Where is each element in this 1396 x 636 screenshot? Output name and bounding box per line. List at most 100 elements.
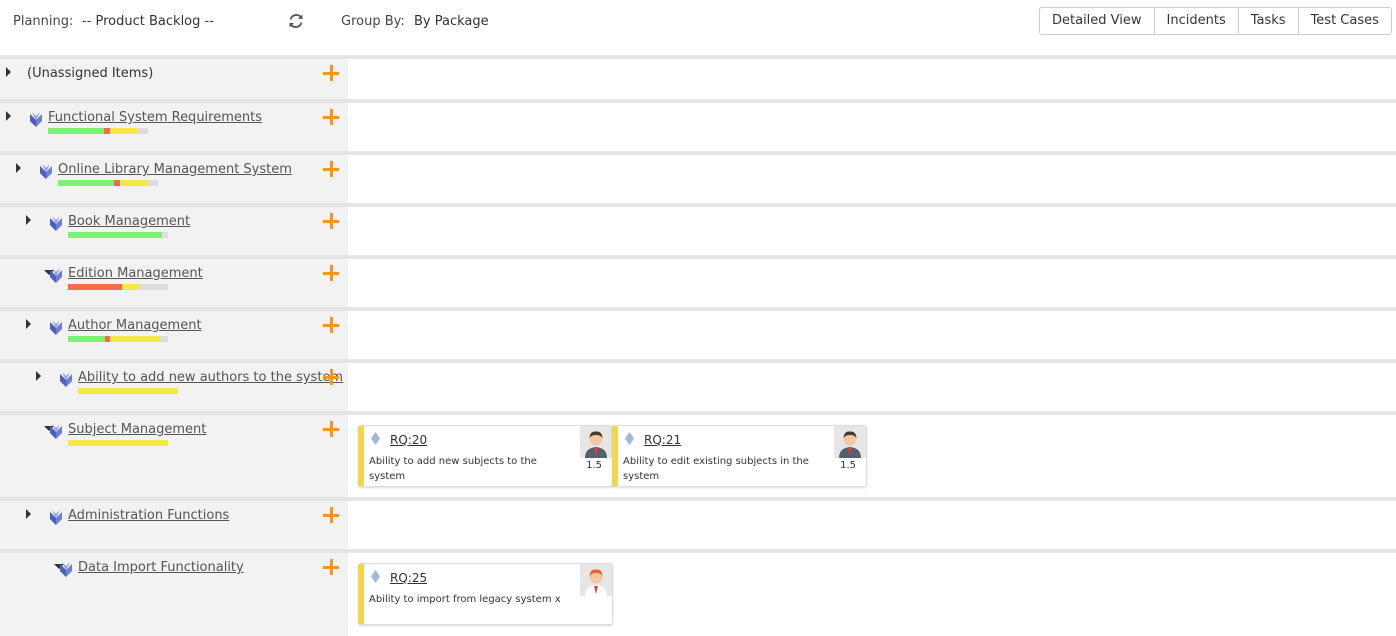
progress-complete-segment xyxy=(68,336,105,342)
test-cases-button[interactable]: Test Cases xyxy=(1297,8,1391,34)
add-item-icon[interactable] xyxy=(322,108,340,126)
detailed-view-button[interactable]: Detailed View xyxy=(1040,8,1154,34)
requirement-description: Ability to edit existing subjects in the… xyxy=(623,456,809,482)
row-divider xyxy=(0,549,1396,553)
add-item-icon[interactable] xyxy=(322,368,340,386)
package-row: Functional System Requirements xyxy=(0,99,1396,151)
requirement-description: Ability to import from legacy system x xyxy=(369,594,561,605)
progress-inprogress-segment xyxy=(110,336,160,342)
package-name-link[interactable]: Author Management xyxy=(68,318,202,333)
package-row: (Unassigned Items) xyxy=(0,55,1396,99)
package-name-link[interactable]: Online Library Management System xyxy=(58,162,292,177)
row-divider xyxy=(0,203,1396,207)
planning-toolbar: Planning: -- Product Backlog -- Group By… xyxy=(0,0,1396,42)
expand-arrow-icon[interactable] xyxy=(26,509,31,519)
requirement-id-link[interactable]: RQ:21 xyxy=(644,433,681,447)
package-icon xyxy=(50,424,62,439)
package-icon xyxy=(50,268,62,283)
progress-inprogress-segment xyxy=(122,284,139,290)
package-row: Book Management xyxy=(0,203,1396,255)
man-avatar-icon xyxy=(834,426,866,458)
package-row: Subject Management RQ:20 Ability to add ne… xyxy=(0,411,1396,497)
package-icon xyxy=(60,372,72,387)
progress-bar xyxy=(68,232,168,238)
expand-arrow-icon[interactable] xyxy=(36,371,41,381)
row-divider xyxy=(0,151,1396,155)
add-item-icon[interactable] xyxy=(322,160,340,178)
package-row: Ability to add new authors to the system xyxy=(0,359,1396,411)
package-icon xyxy=(50,510,62,525)
planning-select[interactable]: -- Product Backlog -- xyxy=(82,14,214,29)
progress-inprogress-segment xyxy=(68,440,168,446)
progress-bar xyxy=(68,284,168,290)
row-divider xyxy=(0,255,1396,259)
requirement-id-link[interactable]: RQ:25 xyxy=(390,571,427,585)
groupby-select[interactable]: By Package xyxy=(414,14,489,29)
progress-complete-segment xyxy=(58,180,114,186)
progress-inprogress-segment xyxy=(110,128,138,134)
package-icon xyxy=(60,562,72,577)
progress-bar xyxy=(68,440,168,446)
package-icon xyxy=(40,164,52,179)
expand-arrow-icon[interactable] xyxy=(26,319,31,329)
estimate-points: 1.5 xyxy=(840,460,856,471)
requirement-diamond-icon xyxy=(371,432,380,445)
expand-arrow-icon[interactable] xyxy=(6,67,11,77)
expand-arrow-icon[interactable] xyxy=(6,111,11,121)
incidents-button[interactable]: Incidents xyxy=(1153,8,1238,34)
add-item-icon[interactable] xyxy=(322,212,340,230)
groupby-label: Group By: xyxy=(341,14,405,29)
package-row: Data Import Functionality RQ:25 Ability to… xyxy=(0,549,1396,636)
row-divider xyxy=(0,307,1396,311)
progress-inprogress-segment xyxy=(78,388,178,394)
package-cell xyxy=(0,99,348,151)
package-row: Online Library Management System xyxy=(0,151,1396,203)
package-name-link[interactable]: Ability to add new authors to the system xyxy=(78,370,343,385)
package-icon xyxy=(50,320,62,335)
package-cell xyxy=(0,359,348,411)
package-icon xyxy=(50,216,62,231)
progress-complete-segment xyxy=(48,128,104,134)
add-item-icon[interactable] xyxy=(322,420,340,438)
man-avatar-icon xyxy=(580,426,612,458)
tasks-button[interactable]: Tasks xyxy=(1237,8,1298,34)
package-row: Edition Management xyxy=(0,255,1396,307)
requirement-description: Ability to add new subjects to the syste… xyxy=(369,456,537,482)
add-item-icon[interactable] xyxy=(322,316,340,334)
package-name-link[interactable]: Administration Functions xyxy=(68,508,229,523)
planning-board: (Unassigned Items) Functional System Requ… xyxy=(0,55,1396,636)
expand-arrow-icon[interactable] xyxy=(16,163,21,173)
expand-arrow-icon[interactable] xyxy=(26,215,31,225)
add-item-icon[interactable] xyxy=(322,64,340,82)
progress-bar xyxy=(68,336,168,342)
add-item-icon[interactable] xyxy=(322,264,340,282)
package-row: Administration Functions xyxy=(0,497,1396,549)
add-item-icon[interactable] xyxy=(322,506,340,524)
package-name-link[interactable]: Data Import Functionality xyxy=(78,560,244,575)
requirement-card[interactable]: RQ:25 Ability to import from legacy syste… xyxy=(358,563,613,625)
requirement-diamond-icon xyxy=(371,570,380,583)
row-divider xyxy=(0,497,1396,501)
requirement-diamond-icon xyxy=(625,432,634,445)
row-divider xyxy=(0,411,1396,415)
row-divider xyxy=(0,359,1396,363)
progress-complete-segment xyxy=(68,232,162,238)
package-name-link[interactable]: Subject Management xyxy=(68,422,206,437)
estimate-points: 1.5 xyxy=(586,460,602,471)
package-name-link[interactable]: Edition Management xyxy=(68,266,203,281)
view-button-group: Detailed View Incidents Tasks Test Cases xyxy=(1039,7,1392,35)
package-name-link[interactable]: Functional System Requirements xyxy=(48,110,262,125)
requirement-card[interactable]: RQ:20 Ability to add new subjects to the … xyxy=(358,425,613,487)
package-row: Author Management xyxy=(0,307,1396,359)
package-icon xyxy=(30,112,42,127)
requirement-id-link[interactable]: RQ:20 xyxy=(390,433,427,447)
row-divider xyxy=(0,99,1396,103)
requirement-card[interactable]: RQ:21 Ability to edit existing subjects i… xyxy=(612,425,867,487)
progress-bar xyxy=(58,180,158,186)
add-item-icon[interactable] xyxy=(322,558,340,576)
package-name-link[interactable]: Book Management xyxy=(68,214,190,229)
progress-inprogress-segment xyxy=(120,180,148,186)
row-divider xyxy=(0,55,1396,59)
refresh-icon[interactable] xyxy=(287,12,305,30)
progress-late-segment xyxy=(68,284,122,290)
